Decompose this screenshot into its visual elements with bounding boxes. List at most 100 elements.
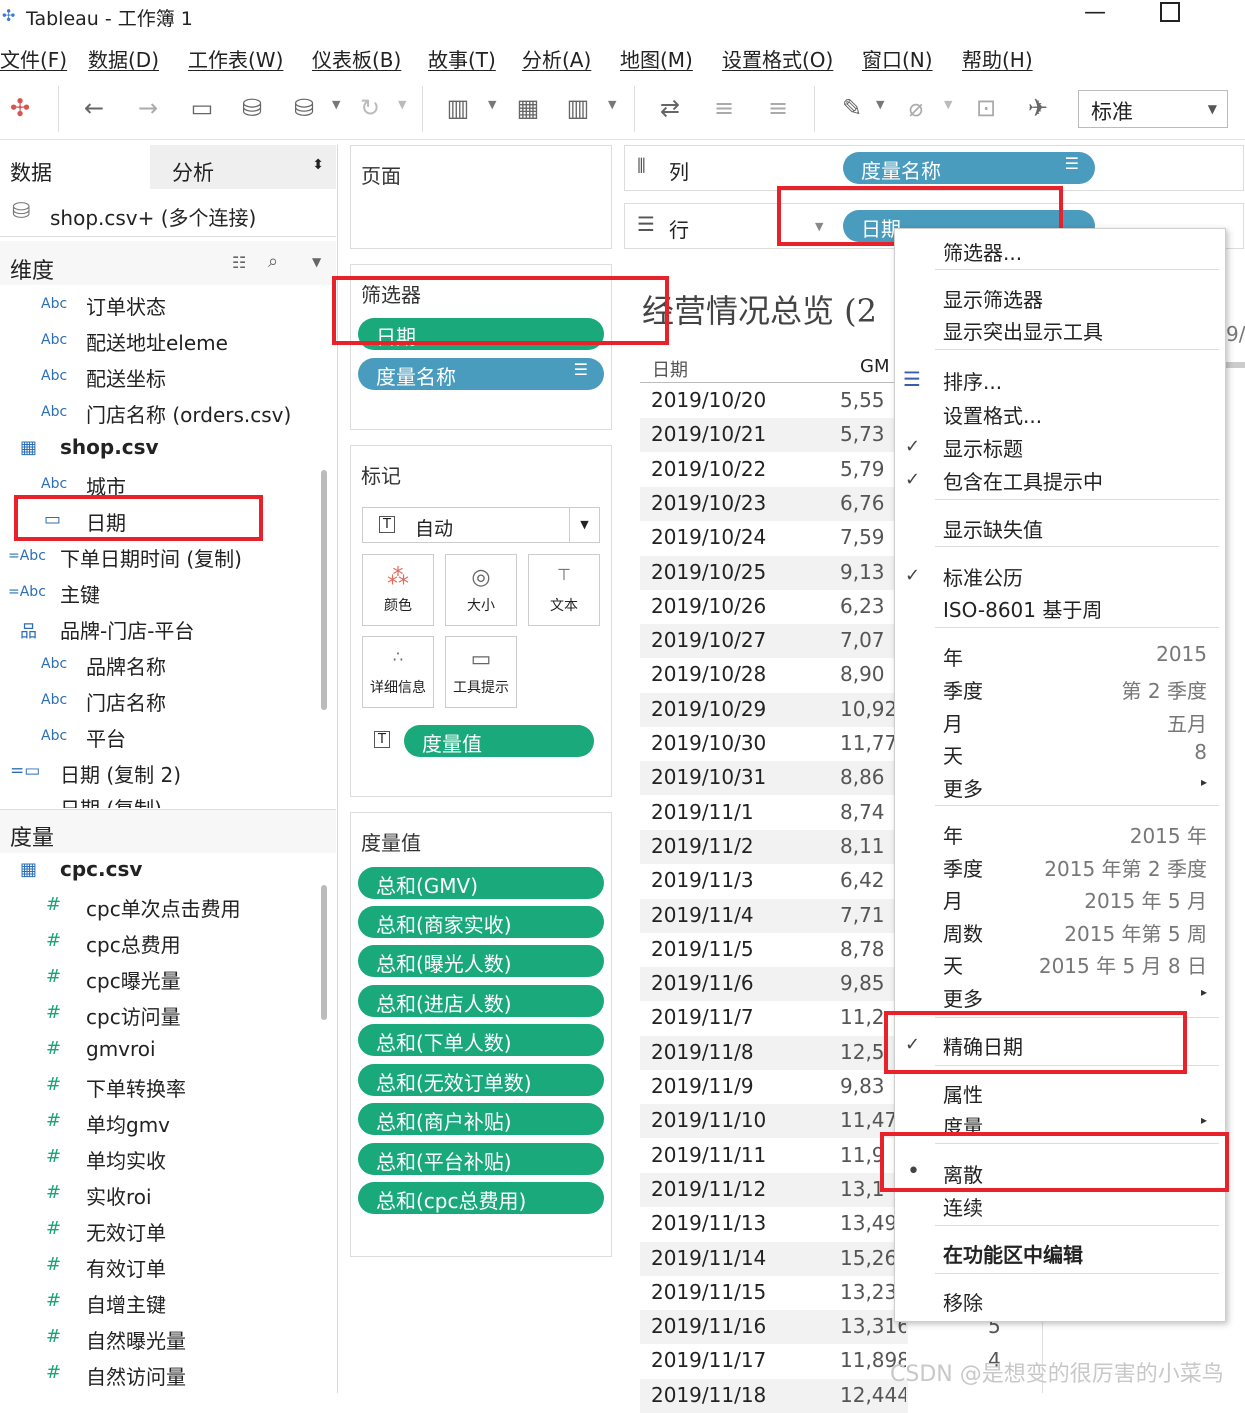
save-icon[interactable]: ▭	[184, 90, 220, 126]
menu-format[interactable]: 设置格式(O)	[722, 44, 833, 73]
measure-value-pill[interactable]: 总和(无效订单数)	[358, 1064, 604, 1096]
menu-item-show-highlighter[interactable]: 显示突出显示工具	[943, 316, 1103, 345]
menu-item-more[interactable]: 更多	[943, 773, 983, 802]
redo-icon[interactable]: →	[130, 90, 166, 126]
menu-map[interactable]: 地图(M)	[620, 44, 693, 73]
menu-item-show-missing[interactable]: 显示缺失值	[943, 514, 1043, 543]
measure-value-pill[interactable]: 总和(下单人数)	[358, 1024, 604, 1056]
group-members-icon[interactable]: ⌀	[898, 90, 934, 126]
chevron-down-icon[interactable]: ▼	[608, 98, 616, 111]
measures-scrollbar[interactable]	[321, 885, 327, 1020]
duplicate-sheet-icon[interactable]: ▦	[510, 90, 546, 126]
menu-data[interactable]: 数据(D)	[88, 44, 159, 73]
table-row[interactable]: ▦ cpc.csv	[0, 854, 330, 888]
measure-value-pill[interactable]: 总和(平台补贴)	[358, 1143, 604, 1175]
color-button[interactable]: ⁂ 颜色	[362, 554, 434, 626]
measure-row[interactable]: # 自然曝光量	[0, 1322, 330, 1356]
field-row[interactable]: Abc 配送地址eleme	[0, 324, 330, 358]
datasource-row[interactable]: ⛁ shop.csv+ (多个连接)	[0, 189, 336, 237]
fix-axes-icon[interactable]: ✈	[1020, 90, 1056, 126]
measure-row[interactable]: # 自增主键	[0, 1286, 330, 1320]
tooltip-button[interactable]: ▭ 工具提示	[445, 636, 517, 708]
dimensions-scrollbar[interactable]	[321, 470, 327, 710]
view-list-icon[interactable]: ☷	[232, 253, 246, 272]
menu-item-date-value-week[interactable]: 周数	[943, 918, 983, 947]
menu-item-edit-in-shelf[interactable]: 在功能区中编辑	[943, 1239, 1083, 1268]
refresh-icon[interactable]: ↻	[352, 90, 388, 126]
measure-value-pill[interactable]: 总和(GMV)	[358, 867, 604, 899]
field-row[interactable]: Abc 门店名称	[0, 684, 330, 718]
mark-type-select[interactable]: T 自动 ▼	[362, 507, 600, 543]
pause-updates-icon[interactable]: ⛁	[286, 90, 322, 126]
menu-item-date-value-quarter[interactable]: 季度	[943, 853, 983, 882]
menu-item-more[interactable]: 更多	[943, 983, 983, 1012]
measure-row[interactable]: # 自然访问量	[0, 1358, 330, 1392]
sort-descending-icon[interactable]: ≡	[760, 90, 796, 126]
menu-item-show-filter[interactable]: 显示筛选器	[943, 284, 1043, 313]
menu-item-remove[interactable]: 移除	[943, 1287, 983, 1316]
size-button[interactable]: ◎ 大小	[445, 554, 517, 626]
menu-story[interactable]: 故事(T)	[428, 44, 496, 73]
measure-value-pill[interactable]: 总和(曝光人数)	[358, 945, 604, 977]
sort-ascending-icon[interactable]: ≡	[706, 90, 742, 126]
menu-item-iso[interactable]: ISO-8601 基于周	[943, 594, 1102, 623]
menu-item-include-tooltip[interactable]: 包含在工具提示中	[943, 466, 1103, 495]
menu-item-attribute[interactable]: 属性	[943, 1079, 983, 1108]
menu-item-filter[interactable]: 筛选器...	[943, 237, 1022, 266]
menu-item-format[interactable]: 设置格式...	[943, 400, 1042, 429]
field-row[interactable]: Abc 订单状态	[0, 288, 330, 322]
measure-row[interactable]: # 单均gmv	[0, 1106, 330, 1140]
measure-value-pill[interactable]: 总和(商户补贴)	[358, 1103, 604, 1135]
chevron-down-icon[interactable]: ▼	[398, 98, 406, 111]
menu-dashboard[interactable]: 仪表板(B)	[312, 44, 401, 73]
tableau-home-icon[interactable]: ✣	[2, 90, 38, 126]
fit-select[interactable]: 标准 ▼	[1078, 90, 1228, 128]
detail-button[interactable]: ∴ 详细信息	[362, 636, 434, 708]
measure-value-pill[interactable]: 总和(cpc总费用)	[358, 1182, 604, 1214]
menu-item-date-part-month[interactable]: 月	[943, 708, 963, 737]
clear-sheet-icon[interactable]: ▥	[560, 90, 596, 126]
field-row[interactable]: Abc 平台	[0, 720, 330, 754]
filter-pill-measure-names[interactable]: 度量名称 ☰	[358, 358, 604, 390]
menu-worksheet[interactable]: 工作表(W)	[188, 44, 283, 73]
measure-row[interactable]: # 单均实收	[0, 1142, 330, 1176]
maximize-icon[interactable]	[1160, 2, 1180, 22]
menu-help[interactable]: 帮助(H)	[962, 44, 1033, 73]
tab-data[interactable]: 数据	[0, 145, 150, 189]
columns-pill-measure-names[interactable]: 度量名称 ☰	[843, 152, 1095, 184]
undo-icon[interactable]: ←	[76, 90, 112, 126]
minimize-icon[interactable]: —	[1084, 0, 1106, 25]
menu-item-sort[interactable]: 排序...	[943, 366, 1002, 395]
menu-item-show-header[interactable]: 显示标题	[943, 433, 1023, 462]
table-row[interactable]: ▦ shop.csv	[0, 432, 330, 466]
chevron-down-icon[interactable]: ▼	[488, 98, 496, 111]
menu-item-date-value-month[interactable]: 月	[943, 885, 963, 914]
tab-analysis[interactable]: 分析 ⬍	[150, 145, 336, 189]
measure-row[interactable]: # gmvroi	[0, 1034, 330, 1068]
field-row[interactable]: =▭ 日期 (复制 2)	[0, 756, 330, 790]
measure-row[interactable]: # cpc曝光量	[0, 962, 330, 996]
measure-value-pill[interactable]: 总和(进店人数)	[358, 985, 604, 1017]
marks-pill-measure-values[interactable]: 度量值	[404, 725, 594, 757]
search-icon[interactable]: ⌕	[268, 251, 278, 272]
menu-item-standard-calendar[interactable]: 标准公历	[943, 562, 1023, 591]
menu-item-date-value-year[interactable]: 年	[943, 820, 963, 849]
measure-row[interactable]: # 下单转换率	[0, 1070, 330, 1104]
menu-item-date-value-day[interactable]: 天	[943, 950, 963, 979]
menu-analysis[interactable]: 分析(A)	[522, 44, 591, 73]
menu-window[interactable]: 窗口(N)	[862, 44, 933, 73]
measure-row[interactable]: # cpc单次点击费用	[0, 890, 330, 924]
menu-item-date-part-day[interactable]: 天	[943, 740, 963, 769]
field-row[interactable]: Abc 配送坐标	[0, 360, 330, 394]
measure-value-pill[interactable]: 总和(商家实收)	[358, 906, 604, 938]
field-row[interactable]: =Abc 主键	[0, 576, 330, 610]
new-worksheet-icon[interactable]: ▥	[440, 90, 476, 126]
menu-item-date-part-year[interactable]: 年	[943, 642, 963, 671]
chevron-down-icon[interactable]: ▼	[876, 98, 884, 111]
chevron-down-icon[interactable]: ▼	[312, 255, 321, 269]
swap-rows-columns-icon[interactable]: ⇄	[652, 90, 688, 126]
menu-item-date-part-quarter[interactable]: 季度	[943, 675, 983, 704]
new-datasource-icon[interactable]: ⛁	[234, 90, 270, 126]
menu-item-continuous[interactable]: 连续	[943, 1192, 983, 1221]
pages-shelf[interactable]: 页面	[350, 145, 612, 249]
